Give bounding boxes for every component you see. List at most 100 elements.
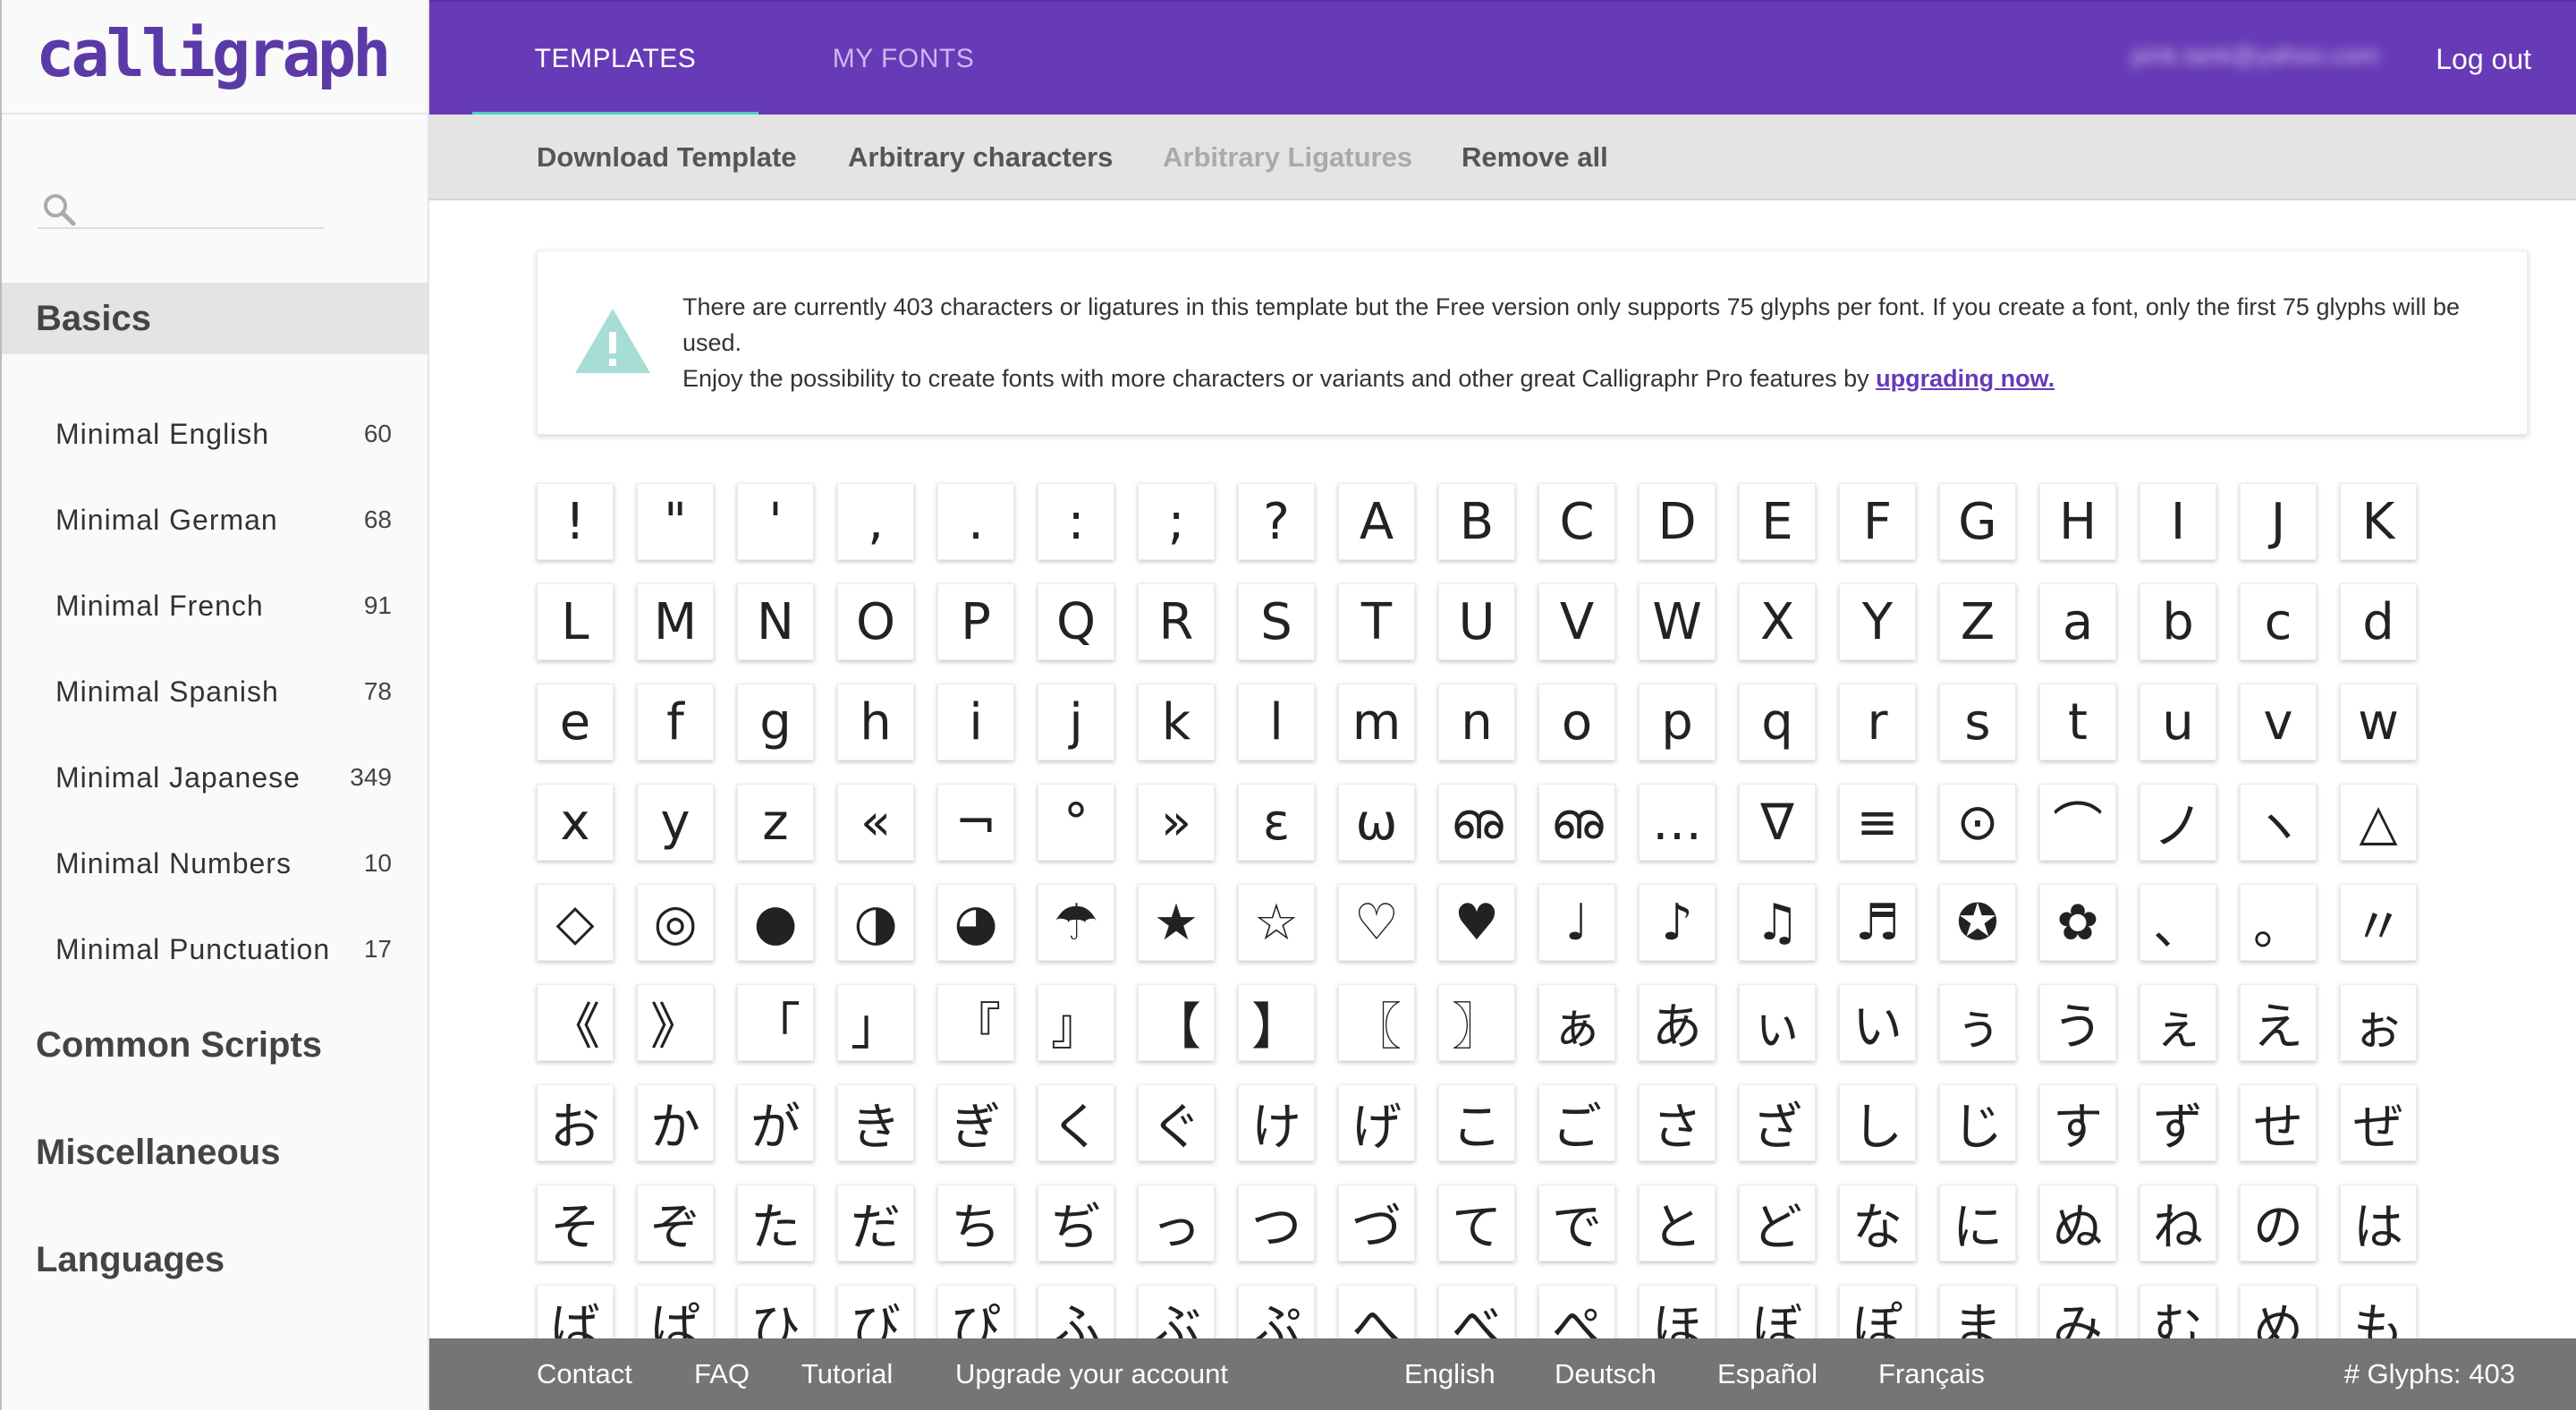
glyph-cell[interactable]: 》 [637,984,714,1061]
glyph-cell[interactable]: き [837,1084,914,1161]
glyph-cell[interactable]: o [1538,684,1615,760]
glyph-cell[interactable]: y [637,784,714,861]
glyph-cell[interactable]: ◇ [537,884,614,961]
glyph-cell[interactable]: せ [2240,1084,2317,1161]
glyph-cell[interactable]: ぺ [1538,1285,1615,1338]
glyph-cell[interactable]: p [1639,684,1716,760]
glyph-cell[interactable]: ? [1238,483,1315,560]
glyph-cell[interactable]: す [2039,1084,2116,1161]
glyph-cell[interactable]: ヽ [2240,784,2317,861]
glyph-cell[interactable]: H [2039,483,2116,560]
glyph-cell[interactable]: G [1939,483,2016,560]
glyph-cell[interactable]: U [1438,583,1515,660]
glyph-cell[interactable]: ぎ [937,1084,1014,1161]
glyph-cell[interactable]: 《 [537,984,614,1061]
glyph-cell[interactable]: へ [1338,1285,1415,1338]
glyph-cell[interactable]: r [1839,684,1916,760]
glyph-cell[interactable]: え [2240,984,2317,1061]
glyph-cell[interactable]: ⊙ [1939,784,2016,861]
glyph-cell[interactable]: X [1739,583,1816,660]
glyph-cell[interactable]: D [1639,483,1716,560]
footer-link-contact[interactable]: Contact [537,1338,632,1410]
glyph-cell[interactable]: ち [937,1185,1014,1261]
glyph-cell[interactable]: ☂ [1038,884,1114,961]
arbitrary-ligatures-button[interactable]: Arbitrary Ligatures [1163,115,1412,200]
glyph-cell[interactable]: x [537,784,614,861]
glyph-cell[interactable]: ほ [1639,1285,1716,1338]
glyph-cell[interactable]: ね [2140,1185,2216,1261]
tab-my-fonts[interactable]: MY FONTS [814,2,993,116]
glyph-cell[interactable]: f [637,684,714,760]
glyph-cell[interactable]: . [937,483,1014,560]
glyph-cell[interactable]: ぃ [1739,984,1816,1061]
glyph-cell[interactable]: g [737,684,814,760]
glyph-cell[interactable]: l [1238,684,1315,760]
glyph-cell[interactable]: め [2240,1285,2317,1338]
glyph-cell[interactable]: 【 [1138,984,1215,1061]
glyph-cell[interactable]: 】 [1238,984,1315,1061]
glyph-cell[interactable]: じ [1939,1084,2016,1161]
glyph-cell[interactable]: ♫ [1739,884,1816,961]
glyph-cell[interactable]: だ [837,1185,914,1261]
glyph-cell[interactable]: S [1238,583,1315,660]
glyph-cell[interactable]: さ [1639,1084,1716,1161]
glyph-cell[interactable]: ¬ [937,784,1014,861]
glyph-cell[interactable]: ば [537,1285,614,1338]
glyph-cell[interactable]: ✪ [1939,884,2016,961]
logout-link[interactable]: Log out [2436,2,2531,116]
glyph-cell[interactable]: は [2340,1185,2417,1261]
category-miscellaneous[interactable]: Miscellaneous [2,1117,429,1188]
tab-templates[interactable]: TEMPLATES [472,2,758,116]
glyph-cell[interactable]: ぴ [937,1285,1014,1338]
sidebar-item-minimal-german[interactable]: Minimal German 68 [2,488,429,551]
glyph-cell[interactable]: ぜ [2340,1084,2417,1161]
glyph-cell[interactable]: び [837,1285,914,1338]
glyph-cell[interactable]: ● [737,884,814,961]
glyph-cell[interactable]: ★ [1138,884,1215,961]
glyph-cell[interactable]: ω [1338,784,1415,861]
glyph-cell[interactable]: ' [737,483,814,560]
glyph-cell[interactable]: O [837,583,914,660]
glyph-cell[interactable]: み [2039,1285,2116,1338]
glyph-cell[interactable]: ഌ [1538,784,1615,861]
glyph-cell[interactable]: ぢ [1038,1185,1114,1261]
sidebar-item-minimal-japanese[interactable]: Minimal Japanese 349 [2,746,429,809]
glyph-cell[interactable]: が [737,1084,814,1161]
glyph-cell[interactable]: u [2140,684,2216,760]
glyph-cell[interactable]: ഌ [1438,784,1515,861]
glyph-cell[interactable]: ⌒ [2039,784,2116,861]
glyph-cell[interactable]: に [1939,1185,2016,1261]
glyph-cell[interactable]: う [2039,984,2116,1061]
sidebar-item-minimal-french[interactable]: Minimal French 91 [2,574,429,637]
glyph-cell[interactable]: つ [1238,1185,1315,1261]
glyph-cell[interactable]: » [1138,784,1215,861]
remove-all-button[interactable]: Remove all [1462,115,1608,200]
glyph-cell[interactable]: E [1739,483,1816,560]
footer-link-faq[interactable]: FAQ [694,1338,750,1410]
glyph-cell[interactable]: e [537,684,614,760]
glyph-cell[interactable]: ご [1538,1084,1615,1161]
upgrade-link[interactable]: upgrading now. [1876,365,2055,392]
glyph-cell[interactable]: ◎ [637,884,714,961]
glyph-cell[interactable]: … [1639,784,1716,861]
glyph-cell[interactable]: d [2340,583,2417,660]
glyph-cell[interactable]: Z [1939,583,2016,660]
glyph-cell[interactable]: N [737,583,814,660]
glyph-cell[interactable]: て [1438,1185,1515,1261]
glyph-cell[interactable]: L [537,583,614,660]
glyph-cell[interactable]: k [1138,684,1215,760]
glyph-cell[interactable]: ♩ [1538,884,1615,961]
glyph-cell[interactable]: q [1739,684,1816,760]
glyph-cell[interactable]: z [737,784,814,861]
glyph-cell[interactable]: ◑ [837,884,914,961]
glyph-cell[interactable]: ず [2140,1084,2216,1161]
glyph-cell[interactable]: ま [1939,1285,2016,1338]
glyph-cell[interactable]: ぱ [637,1285,714,1338]
sidebar-item-minimal-numbers[interactable]: Minimal Numbers 10 [2,832,429,895]
download-template-button[interactable]: Download Template [537,115,797,200]
glyph-cell[interactable]: T [1338,583,1415,660]
glyph-cell[interactable]: 』 [1038,984,1114,1061]
glyph-cell[interactable]: け [1238,1084,1315,1161]
glyph-cell[interactable]: も [2340,1285,2417,1338]
glyph-cell[interactable]: W [1639,583,1716,660]
